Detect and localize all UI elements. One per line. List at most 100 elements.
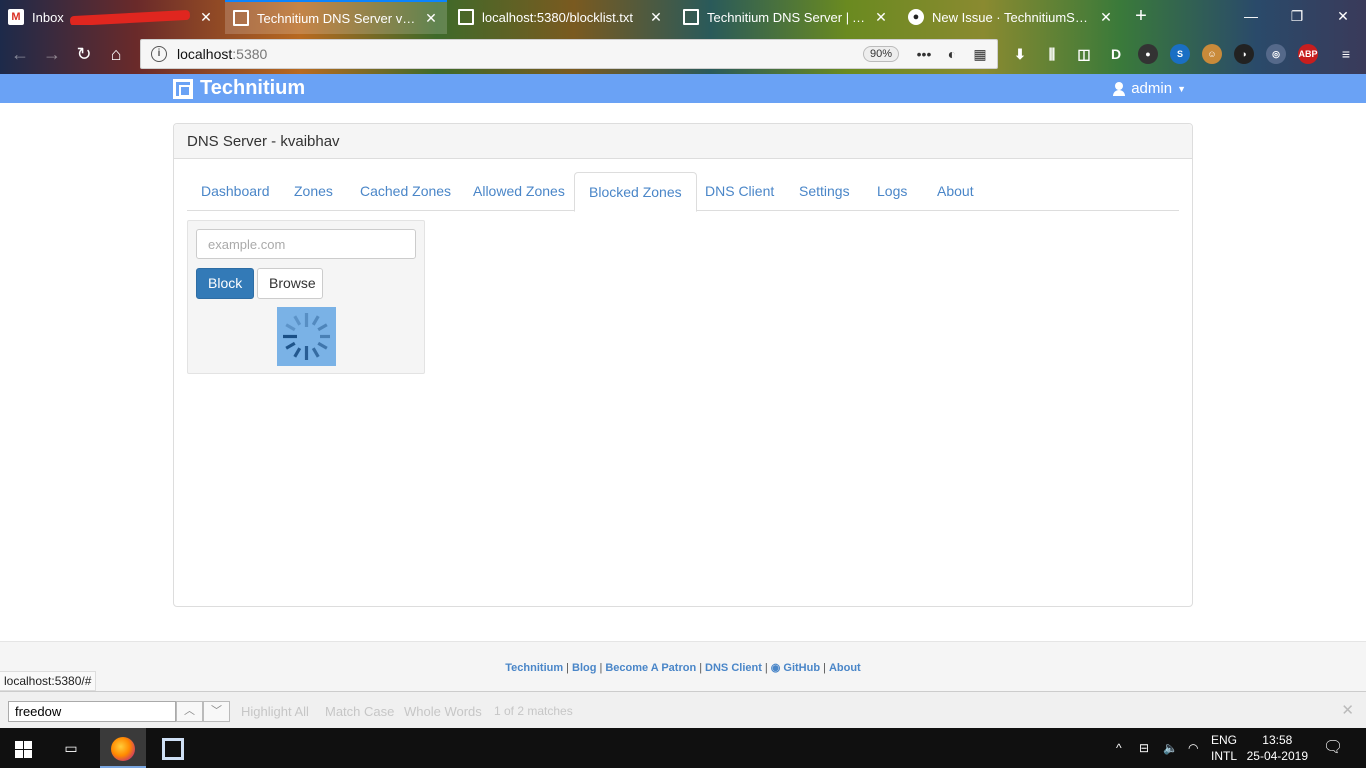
reload-icon[interactable]: ↻ (70, 40, 98, 68)
site-info-icon[interactable]: i (151, 46, 167, 62)
close-tab-icon[interactable]: ✕ (648, 9, 664, 26)
browser-tab-github-issue[interactable]: ● New Issue · TechnitiumSoftwa ✕ (900, 0, 1122, 34)
technitium-icon (458, 9, 474, 25)
extension-colors-icon[interactable]: ● (1138, 44, 1158, 64)
caret-down-icon: ▼ (1177, 83, 1186, 94)
extension-d-icon[interactable]: D (1106, 44, 1126, 64)
page-actions-icon[interactable]: ••• (913, 46, 935, 62)
browse-button[interactable]: Browse (257, 268, 323, 299)
find-next-icon[interactable]: ﹀ (203, 701, 230, 722)
volume-icon[interactable]: 🔈 (1163, 728, 1178, 768)
language-indicator[interactable]: ENG INTL (1211, 732, 1237, 764)
block-domain-input[interactable] (196, 229, 416, 259)
main-tabs: Dashboard Zones Cached Zones Allowed Zon… (187, 172, 1179, 212)
brand-name: Technitium (200, 77, 306, 99)
whole-words-checkbox[interactable]: Whole Words (404, 704, 482, 719)
user-icon (1112, 81, 1126, 96)
browser-tab-inbox[interactable]: M Inbox ✕ (0, 0, 222, 34)
browser-tab-technitium-site[interactable]: Technitium DNS Server | An Op ✕ (675, 0, 897, 34)
wifi-icon[interactable]: ◠ (1188, 728, 1198, 768)
tab-blocked-zones[interactable]: Blocked Zones (574, 172, 697, 212)
notifications-icon[interactable]: 🗨 (1323, 728, 1343, 768)
browser-tab-dns-server[interactable]: Technitium DNS Server v3.1 - k ✕ (225, 0, 447, 34)
redaction-mark (69, 9, 190, 25)
start-button[interactable] (0, 728, 46, 768)
find-bar: ︿ ﹀ Highlight All Match Case Whole Words… (0, 691, 1366, 728)
github-icon: ● (908, 9, 924, 25)
network-device-icon[interactable]: ⊟ (1139, 728, 1149, 768)
find-input[interactable] (8, 701, 176, 722)
tab-cached-zones[interactable]: Cached Zones (346, 172, 465, 211)
window-close-icon[interactable]: ✕ (1320, 0, 1366, 34)
firefox-taskbar-button[interactable] (100, 728, 146, 768)
tab-about[interactable]: About (923, 172, 988, 211)
footer-link-technitium[interactable]: Technitium (505, 662, 563, 674)
tab-dashboard[interactable]: Dashboard (187, 172, 284, 211)
technitium-icon (162, 738, 184, 761)
find-result-count: 1 of 2 matches (494, 704, 573, 718)
minimize-icon[interactable]: — (1228, 0, 1274, 34)
windows-taskbar: ▭ ^ ⊟ 🔈 ◠ ENG INTL 13:58 25-04-2019 🗨 (0, 728, 1366, 768)
library-icon[interactable]: ⫼ (1042, 44, 1062, 64)
tab-title: Inbox (32, 9, 64, 25)
nav-toolbar: ← → ↻ ⌂ i localhost:5380 90% ••• ◐ ▦ ⬇ ⫼… (0, 34, 1366, 74)
sidebar-icon[interactable]: ◫ (1074, 44, 1094, 64)
footer-link-about[interactable]: About (829, 662, 861, 674)
pocket-icon[interactable]: ◐ (941, 46, 963, 62)
close-tab-icon[interactable]: ✕ (1098, 9, 1114, 26)
match-case-checkbox[interactable]: Match Case (325, 704, 394, 719)
qr-code-icon[interactable]: ▦ (969, 46, 991, 63)
footer-link-github[interactable]: ◉ GitHub (771, 662, 820, 674)
adblock-plus-icon[interactable]: ABP (1298, 44, 1318, 64)
block-button[interactable]: Block (196, 268, 254, 299)
blocked-zones-form: Block Browse (187, 220, 425, 374)
task-view-icon[interactable]: ▭ (48, 728, 94, 768)
footer-link-patron[interactable]: Become A Patron (605, 662, 696, 674)
footer-link-dns-client[interactable]: DNS Client (705, 662, 762, 674)
brand[interactable]: Technitium (173, 77, 305, 100)
highlight-all-checkbox[interactable]: Highlight All (241, 704, 309, 719)
extension-monkey-icon[interactable]: ☺ (1202, 44, 1222, 64)
clock-time: 13:58 (1262, 733, 1293, 747)
tab-allowed-zones[interactable]: Allowed Zones (459, 172, 579, 211)
gmail-icon: M (8, 9, 24, 25)
home-icon[interactable]: ⌂ (102, 40, 130, 68)
extension-dark-reader-icon[interactable]: ◑ (1234, 44, 1254, 64)
browser-chrome: M Inbox ✕ Technitium DNS Server v3.1 - k… (0, 0, 1366, 74)
technitium-icon (233, 10, 249, 26)
address-bar[interactable]: i localhost:5380 90% ••• ◐ ▦ (140, 39, 998, 69)
user-name: admin (1131, 80, 1173, 97)
system-clock[interactable]: 13:58 25-04-2019 (1247, 732, 1308, 764)
restore-icon[interactable]: ❐ (1274, 0, 1320, 34)
downloads-icon[interactable]: ⬇ (1010, 44, 1030, 64)
browser-tab-blocklist[interactable]: localhost:5380/blocklist.txt ✕ (450, 0, 672, 34)
close-tab-icon[interactable]: ✕ (423, 10, 439, 27)
tab-title: Technitium DNS Server | An Op (707, 9, 867, 25)
forward-arrow-icon[interactable]: → (38, 40, 66, 68)
extension-s-icon[interactable]: S (1170, 44, 1190, 64)
extension-globe-icon[interactable]: ◎ (1266, 44, 1286, 64)
status-bar-url: localhost:5380/# (0, 671, 97, 691)
app-header: Technitium admin ▼ (0, 74, 1366, 103)
hamburger-menu-icon[interactable]: ≡ (1336, 44, 1356, 64)
user-menu[interactable]: admin ▼ (1112, 80, 1186, 97)
back-arrow-icon[interactable]: ← (6, 40, 34, 68)
zoom-level-button[interactable]: 90% (862, 46, 899, 62)
panel-heading: DNS Server - kvaibhav (174, 124, 1192, 159)
loading-spinner-icon (277, 307, 336, 366)
find-previous-icon[interactable]: ︿ (176, 701, 203, 722)
windows-logo-icon (14, 740, 32, 758)
close-tab-icon[interactable]: ✕ (873, 9, 889, 26)
new-tab-plus-icon[interactable]: + (1130, 0, 1152, 34)
tab-settings[interactable]: Settings (785, 172, 864, 211)
show-hidden-icons-icon[interactable]: ^ (1116, 728, 1122, 768)
technitium-taskbar-button[interactable] (150, 728, 196, 768)
close-tab-icon[interactable]: ✕ (198, 9, 214, 26)
footer-link-blog[interactable]: Blog (572, 662, 596, 674)
tab-logs[interactable]: Logs (863, 172, 921, 211)
tab-zones[interactable]: Zones (280, 172, 347, 211)
page-footer: Technitium | Blog | Become A Patron | DNS Clie… (0, 641, 1366, 691)
tab-dns-client[interactable]: DNS Client (691, 172, 788, 211)
clock-date: 25-04-2019 (1246, 749, 1308, 763)
close-find-bar-icon[interactable]: ✕ (1341, 701, 1354, 719)
